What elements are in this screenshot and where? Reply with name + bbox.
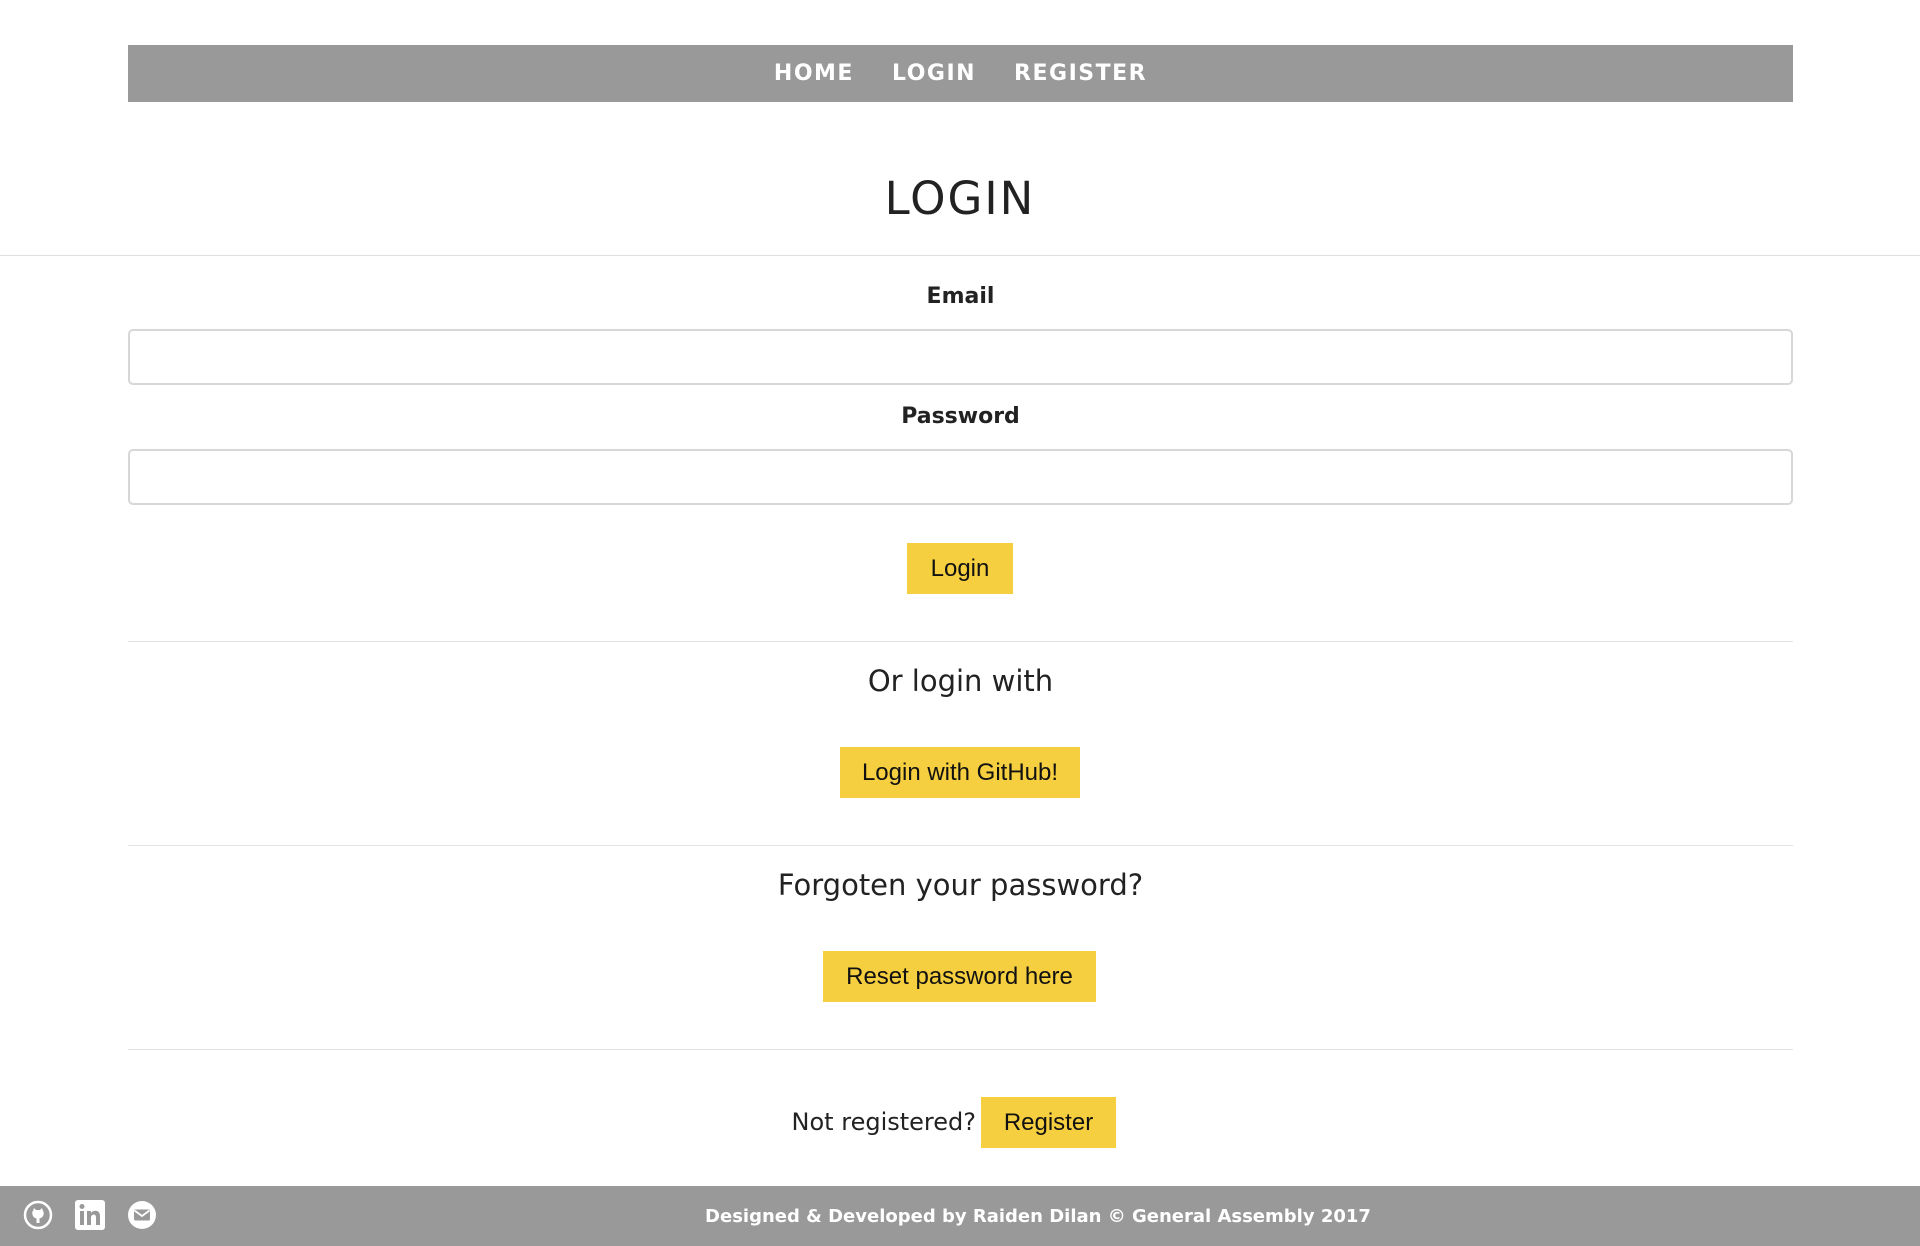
- login-button[interactable]: Login: [907, 543, 1013, 594]
- register-button[interactable]: Register: [981, 1097, 1116, 1148]
- nav-link-register[interactable]: REGISTER: [1014, 61, 1147, 86]
- password-field[interactable]: [128, 449, 1793, 505]
- title-divider: [0, 255, 1920, 256]
- nav-link-login[interactable]: LOGIN: [892, 61, 976, 86]
- forgot-password-heading: Forgoten your password?: [777, 868, 1144, 902]
- nav-link-home[interactable]: HOME: [774, 61, 854, 86]
- section-divider: [128, 641, 1793, 642]
- alt-login-heading: Or login with: [867, 664, 1054, 698]
- email-label: Email: [926, 284, 995, 309]
- password-label: Password: [901, 404, 1020, 429]
- section-divider: [128, 1049, 1793, 1050]
- footer-credit: Designed & Developed by Raiden Dilan © G…: [705, 1206, 1371, 1227]
- not-registered-text: Not registered?: [791, 1108, 976, 1136]
- footer: Designed & Developed by Raiden Dilan © G…: [0, 1186, 1920, 1246]
- top-navbar: HOME LOGIN REGISTER: [128, 45, 1793, 102]
- page-title: LOGIN: [884, 172, 1036, 225]
- github-login-button[interactable]: Login with GitHub!: [840, 747, 1080, 798]
- section-divider: [128, 845, 1793, 846]
- email-field[interactable]: [128, 329, 1793, 385]
- reset-password-button[interactable]: Reset password here: [823, 951, 1096, 1002]
